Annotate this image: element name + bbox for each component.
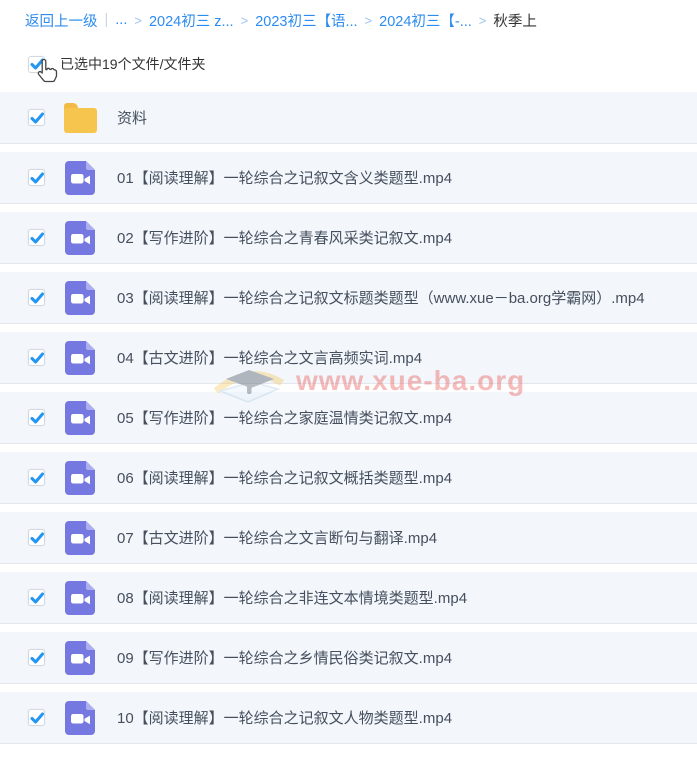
breadcrumb-item-current: 秋季上 [493,10,537,31]
table-row[interactable]: 资料 [0,92,697,144]
file-name[interactable]: 03【阅读理解】一轮综合之记叙文标题类题型（www.xue－ba.org学霸网）… [117,287,645,308]
video-file-icon [65,401,95,435]
table-row[interactable]: 02【写作进阶】一轮综合之青春风采类记叙文.mp4 [0,212,697,264]
breadcrumb-separator: > [134,13,142,28]
breadcrumb-item-2[interactable]: 2023初三【语... [255,10,357,31]
video-file-icon [65,641,95,675]
row-checkbox[interactable] [28,229,45,246]
check-icon [30,531,44,545]
row-checkbox[interactable] [28,469,45,486]
check-icon [30,231,44,245]
row-checkbox[interactable] [28,529,45,546]
check-icon [30,291,44,305]
check-icon [30,111,44,125]
check-icon [30,711,44,725]
file-name[interactable]: 07【古文进阶】一轮综合之文言断句与翻译.mp4 [117,527,437,548]
check-icon [30,411,44,425]
row-checkbox[interactable] [28,709,45,726]
video-file-icon [65,461,95,495]
check-icon [30,651,44,665]
file-name[interactable]: 08【阅读理解】一轮综合之非连文本情境类题型.mp4 [117,587,467,608]
breadcrumb: 返回上一级 | ... > 2024初三 z... > 2023初三【语... … [0,0,697,40]
table-row[interactable]: 04【古文进阶】一轮综合之文言高频实词.mp4 [0,332,697,384]
check-icon [30,351,44,365]
table-row[interactable]: 07【古文进阶】一轮综合之文言断句与翻译.mp4 [0,512,697,564]
video-file-icon [65,521,95,555]
row-checkbox[interactable] [28,589,45,606]
breadcrumb-item-3[interactable]: 2024初三【-... [379,10,472,31]
row-checkbox[interactable] [28,409,45,426]
video-file-icon [65,581,95,615]
video-file-icon [65,161,95,195]
file-name[interactable]: 02【写作进阶】一轮综合之青春风采类记叙文.mp4 [117,227,452,248]
file-name[interactable]: 06【阅读理解】一轮综合之记叙文概括类题型.mp4 [117,467,452,488]
video-file-icon [65,341,95,375]
selection-count-label: 已选中19个文件/文件夹 [60,54,205,74]
file-name[interactable]: 09【写作进阶】一轮综合之乡情民俗类记叙文.mp4 [117,647,452,668]
breadcrumb-item-1[interactable]: 2024初三 z... [149,10,234,31]
table-row[interactable]: 03【阅读理解】一轮综合之记叙文标题类题型（www.xue－ba.org学霸网）… [0,272,697,324]
table-row[interactable]: 01【阅读理解】一轮综合之记叙文含义类题型.mp4 [0,152,697,204]
table-row[interactable]: 06【阅读理解】一轮综合之记叙文概括类题型.mp4 [0,452,697,504]
file-name[interactable]: 04【古文进阶】一轮综合之文言高频实词.mp4 [117,347,422,368]
table-row[interactable]: 05【写作进阶】一轮综合之家庭温情类记叙文.mp4 [0,392,697,444]
table-row[interactable]: 10【阅读理解】一轮综合之记叙文人物类题型.mp4 [0,692,697,744]
table-row[interactable]: 08【阅读理解】一轮综合之非连文本情境类题型.mp4 [0,572,697,624]
selection-bar: 已选中19个文件/文件夹 [0,40,697,88]
row-checkbox[interactable] [28,169,45,186]
breadcrumb-pipe: | [105,12,109,28]
row-checkbox[interactable] [28,109,45,126]
file-list: 资料 01【阅读理解】一轮综合之记叙文含义类题型.mp4 [0,92,697,744]
file-name[interactable]: 01【阅读理解】一轮综合之记叙文含义类题型.mp4 [117,167,452,188]
breadcrumb-item-ellipsis[interactable]: ... [115,12,127,28]
row-checkbox[interactable] [28,289,45,306]
folder-icon [64,108,97,133]
file-name[interactable]: 资料 [117,107,147,128]
video-file-icon [65,221,95,255]
row-checkbox[interactable] [28,649,45,666]
check-icon [30,57,44,71]
video-file-icon [65,701,95,735]
check-icon [30,471,44,485]
video-file-icon [65,281,95,315]
table-row[interactable]: 09【写作进阶】一轮综合之乡情民俗类记叙文.mp4 [0,632,697,684]
file-name[interactable]: 10【阅读理解】一轮综合之记叙文人物类题型.mp4 [117,707,452,728]
breadcrumb-separator: > [241,13,249,28]
breadcrumb-separator: > [479,13,487,28]
breadcrumb-separator: > [365,13,373,28]
check-icon [30,171,44,185]
check-icon [30,591,44,605]
row-checkbox[interactable] [28,349,45,366]
select-all-checkbox[interactable] [28,56,45,73]
file-name[interactable]: 05【写作进阶】一轮综合之家庭温情类记叙文.mp4 [117,407,452,428]
back-link[interactable]: 返回上一级 [25,10,98,31]
